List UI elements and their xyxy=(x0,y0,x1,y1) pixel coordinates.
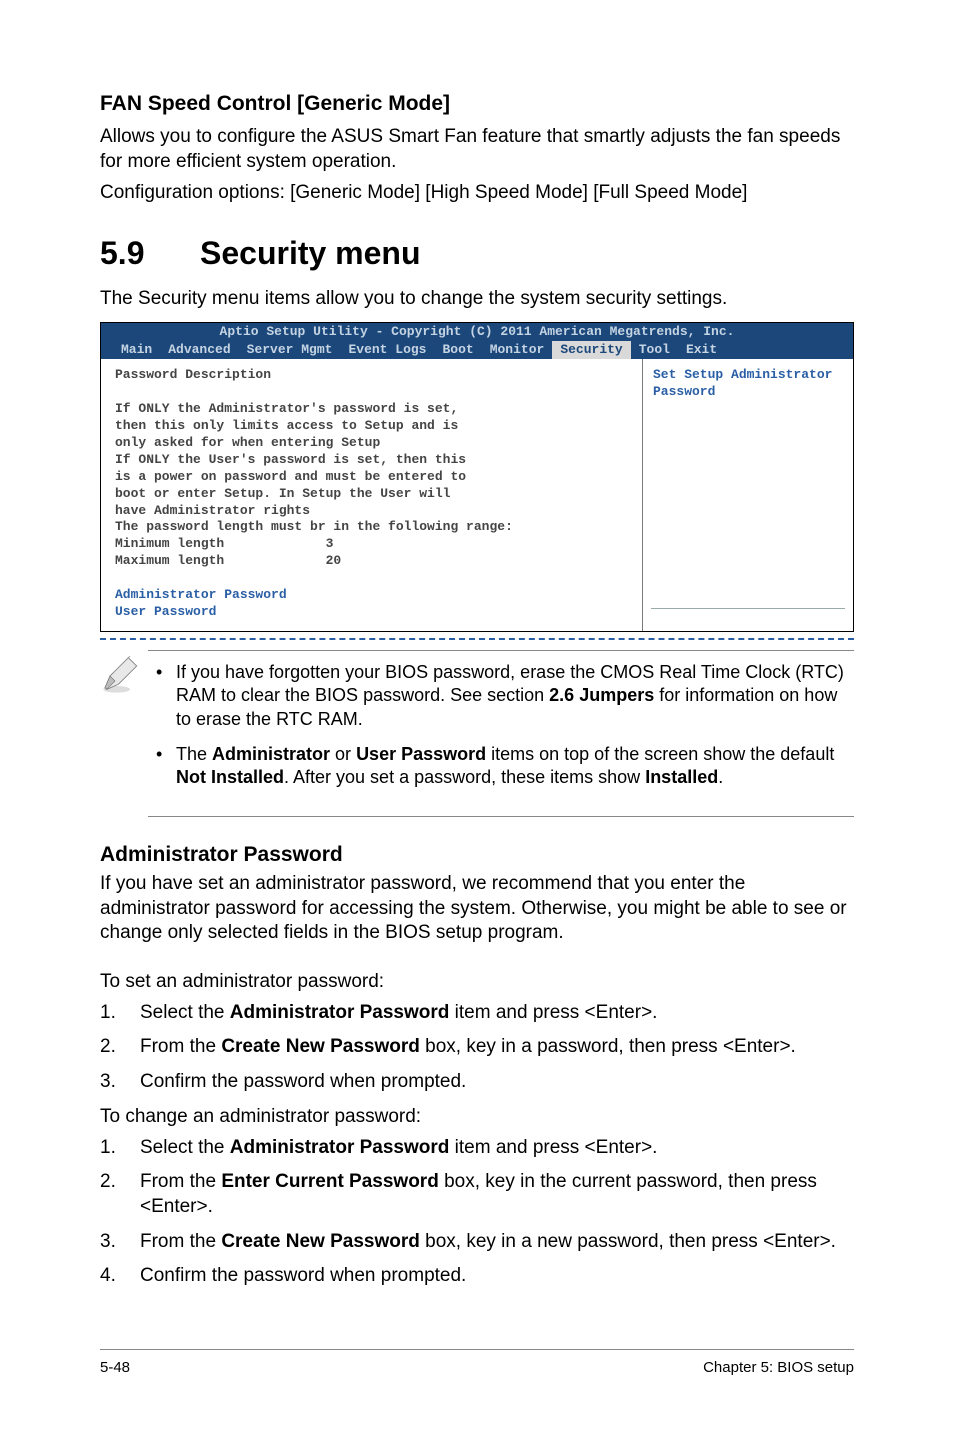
bios-right-pane: Set Setup Administrator Password xyxy=(643,359,853,630)
dashed-divider xyxy=(100,638,854,640)
bios-left-heading: Password Description xyxy=(115,367,271,382)
set-title: To set an administrator password: xyxy=(100,970,854,995)
footer-page-num: 5-48 xyxy=(100,1358,130,1378)
bios-header: Aptio Setup Utility - Copyright (C) 2011… xyxy=(101,323,853,360)
tab-monitor[interactable]: Monitor xyxy=(482,341,553,360)
set-step-3: 3.Confirm the password when prompted. xyxy=(100,1070,854,1095)
note-2-f: Not Installed xyxy=(176,767,284,787)
set1-pre: Select the xyxy=(140,1002,230,1023)
heading-fan-speed: FAN Speed Control [Generic Mode] xyxy=(100,90,854,117)
note-1-bold: 2.6 Jumpers xyxy=(549,685,654,705)
ch3-post: box, key in a new password, then press <… xyxy=(420,1231,836,1252)
admin-desc: If you have set an administrator passwor… xyxy=(100,872,854,946)
tab-main[interactable]: Main xyxy=(113,341,160,360)
bios-tab-bar: Main Advanced Server Mgmt Event Logs Boo… xyxy=(101,341,853,360)
bios-screenshot: Aptio Setup Utility - Copyright (C) 2011… xyxy=(100,322,854,632)
note-body: If you have forgotten your BIOS password… xyxy=(148,650,854,817)
note-2-c: or xyxy=(330,744,356,764)
note-2-h: Installed xyxy=(645,767,718,787)
section-intro: The Security menu items allow you to cha… xyxy=(100,287,854,312)
ch1-b: Administrator Password xyxy=(230,1137,450,1158)
ch2-pre: From the xyxy=(140,1171,221,1192)
ch3-pre: From the xyxy=(140,1231,221,1252)
ch1-post: item and press <Enter>. xyxy=(449,1137,657,1158)
set3-pre: Confirm the password when prompted. xyxy=(140,1071,466,1092)
bios-help-text: Set Setup Administrator Password xyxy=(653,367,832,399)
note-2-i: . xyxy=(718,767,723,787)
set1-post: item and press <Enter>. xyxy=(449,1002,657,1023)
set2-pre: From the xyxy=(140,1036,221,1057)
section-number: 5.9 xyxy=(100,233,200,275)
ch3-b: Create New Password xyxy=(221,1231,420,1252)
note-2-e: items on top of the screen show the defa… xyxy=(486,744,834,764)
note-item-2: The Administrator or User Password items… xyxy=(176,743,850,790)
set-step-2: 2.From the Create New Password box, key … xyxy=(100,1035,854,1060)
tab-tool[interactable]: Tool xyxy=(631,341,678,360)
change-step-4: 4.Confirm the password when prompted. xyxy=(100,1264,854,1289)
heading-admin-password: Administrator Password xyxy=(100,841,854,868)
tab-exit[interactable]: Exit xyxy=(678,341,725,360)
set1-b: Administrator Password xyxy=(230,1002,450,1023)
note-2-a: The xyxy=(176,744,212,764)
note-item-1: If you have forgotten your BIOS password… xyxy=(176,661,850,731)
bios-title: Aptio Setup Utility - Copyright (C) 2011… xyxy=(101,323,853,341)
set2-post: box, key in a password, then press <Ente… xyxy=(420,1036,796,1057)
change-step-3: 3.From the Create New Password box, key … xyxy=(100,1230,854,1255)
bios-left-links[interactable]: Administrator Password User Password xyxy=(115,587,287,619)
change-step-2: 2.From the Enter Current Password box, k… xyxy=(100,1170,854,1219)
section-heading: 5.9Security menu xyxy=(100,233,854,275)
ch4-pre: Confirm the password when prompted. xyxy=(140,1265,466,1286)
bios-body: Password Description If ONLY the Adminis… xyxy=(101,359,853,630)
note-2-d: User Password xyxy=(356,744,486,764)
ch1-pre: Select the xyxy=(140,1137,230,1158)
section-title: Security menu xyxy=(200,235,421,271)
set-steps-list: 1.Select the Administrator Password item… xyxy=(100,1001,854,1095)
set2-b: Create New Password xyxy=(221,1036,420,1057)
set-step-1: 1.Select the Administrator Password item… xyxy=(100,1001,854,1026)
fan-desc-1: Allows you to configure the ASUS Smart F… xyxy=(100,125,854,174)
bios-left-body: If ONLY the Administrator's password is … xyxy=(115,401,513,568)
tab-event-logs[interactable]: Event Logs xyxy=(340,341,434,360)
note-2-g: . After you set a password, these items … xyxy=(284,767,645,787)
bios-left-pane: Password Description If ONLY the Adminis… xyxy=(101,359,643,630)
fan-desc-2: Configuration options: [Generic Mode] [H… xyxy=(100,181,854,206)
change-step-1: 1.Select the Administrator Password item… xyxy=(100,1136,854,1161)
pencil-icon xyxy=(100,650,148,704)
note-2-b: Administrator xyxy=(212,744,330,764)
tab-advanced[interactable]: Advanced xyxy=(160,341,238,360)
change-steps-list: 1.Select the Administrator Password item… xyxy=(100,1136,854,1289)
tab-server-mgmt[interactable]: Server Mgmt xyxy=(239,341,341,360)
footer-chapter: Chapter 5: BIOS setup xyxy=(703,1358,854,1378)
page-footer: 5-48 Chapter 5: BIOS setup xyxy=(100,1349,854,1378)
tab-boot[interactable]: Boot xyxy=(434,341,481,360)
change-title: To change an administrator password: xyxy=(100,1105,854,1130)
ch2-b: Enter Current Password xyxy=(221,1171,439,1192)
note-block: If you have forgotten your BIOS password… xyxy=(100,650,854,817)
tab-security[interactable]: Security xyxy=(552,341,630,360)
